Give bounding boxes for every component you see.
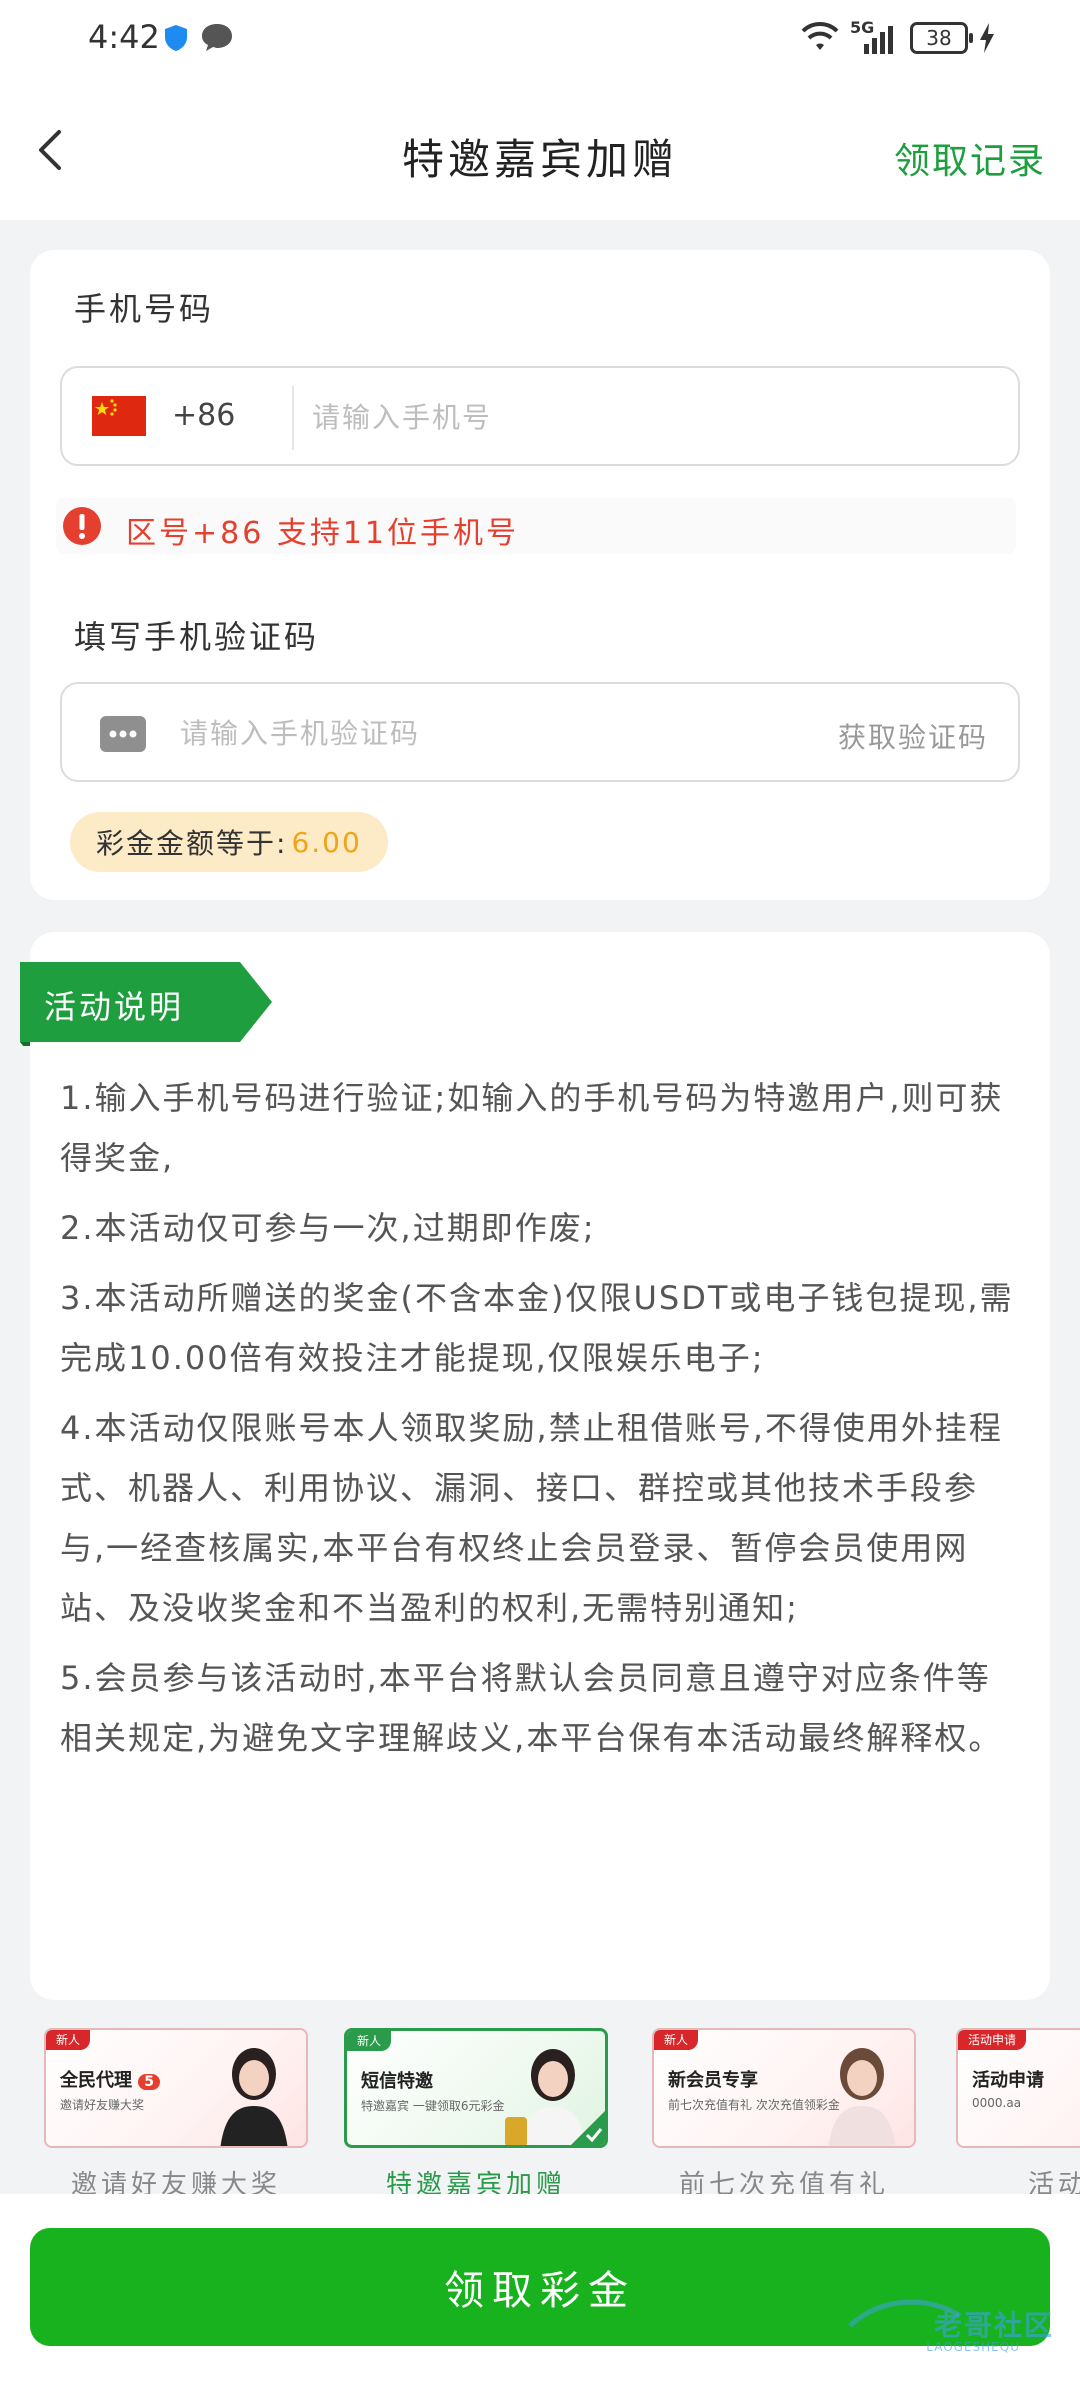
claim-records-link[interactable]: 领取记录 [894,132,1046,184]
banner-title: 短信特邀 [361,2071,433,2092]
battery-icon: 38 [910,22,973,54]
promo-banner-apply[interactable]: 活动申请 活动申请 0000.aa [956,2028,1080,2148]
code-label: 填写手机验证码 [74,618,320,656]
divider [292,386,294,450]
banner-caption: 邀请好友赚大奖 [70,2170,281,2194]
phone-field[interactable]: +86 [60,366,1020,466]
banner-caption: 特邀嘉宾加赠 [385,2170,566,2194]
bonus-amount: 6.00 [291,825,362,859]
model-figure-icon [220,2048,288,2146]
bonus-amount-badge: 彩金金额等于: 6.00 [70,812,388,872]
shield-icon [165,25,187,51]
banner-caption: 活动申请 [1027,2170,1080,2194]
description-title: 活动说明 [44,988,185,1026]
promo-banner-agent[interactable]: 新人 全民代理 5 邀请好友赚大奖 [44,2028,308,2148]
description-text: 1.输入手机号码进行验证;如输入的手机号码为特邀用户,则可获得奖金, 2.本活动… [60,1068,1020,1778]
rule-item: 4.本活动仅限账号本人领取奖励,禁止租借账号,不得使用外挂程式、机器人、利用协议… [60,1409,1003,1627]
bonus-label: 彩金金额等于: [96,827,288,860]
activity-description-card: 活动说明 1.输入手机号码进行验证;如输入的手机号码为特邀用户,则可获得奖金, … [20,932,1050,2000]
rule-item: 2.本活动仅可参与一次,过期即作废; [60,1209,596,1247]
page-header: 特邀嘉宾加赠 领取记录 [0,80,1080,220]
verification-code-input[interactable] [180,704,740,762]
banner-title: 全民代理 5 [60,2066,161,2092]
battery-level: 38 [926,26,952,50]
banner-tag: 活动申请 [958,2030,1027,2050]
phone-input[interactable] [312,388,992,446]
banner-tag: 新人 [347,2031,392,2051]
banner-caption: 前七次充值有礼 [678,2170,889,2194]
china-flag-icon [92,396,146,436]
banner-tag: 新人 [46,2030,91,2050]
rule-item: 3.本活动所赠送的奖金(不含本金)仅限USDT或电子钱包提现,需完成10.00倍… [60,1279,1014,1377]
watermark-subtext: LAOGESHEQU [926,2340,1020,2354]
verification-code-field[interactable]: 获取验证码 [60,682,1020,782]
wifi-icon [801,21,839,50]
get-code-button[interactable]: 获取验证码 [838,716,988,756]
banner-title: 活动申请 [972,2070,1044,2091]
phone-label: 手机号码 [74,290,215,328]
watermark-text: 老哥社区 [933,2309,1054,2342]
selected-check-icon [571,2111,605,2145]
banner-subtitle: 0000.aa [972,2096,1022,2110]
promotion-carousel[interactable]: 新人 全民代理 5 邀请好友赚大奖 邀请好友赚大奖 新人 短信特邀 特邀嘉宾 一… [0,2020,1080,2198]
password-dots-icon [100,716,146,752]
banner-subtitle: 特邀嘉宾 一键领取6元彩金 [361,2099,505,2113]
verification-form-card: 手机号码 +86 区号+86 支持11位手机号 填写手机验证码 [30,250,1050,900]
phone-hint: 区号+86 支持11位手机号 [56,498,1016,554]
charging-icon [980,23,994,53]
promo-banner-new-member[interactable]: 新人 新会员专享 前七次充值有礼 次次充值领彩金 [652,2028,916,2148]
signal-icon [864,26,893,54]
banner-tag: 新人 [654,2030,699,2050]
promo-banner-sms-invite[interactable]: 新人 短信特邀 特邀嘉宾 一键领取6元彩金 [344,2028,608,2148]
description-ribbon: 活动说明 [20,962,272,1046]
chat-icon [202,24,232,51]
phone-hint-text: 区号+86 支持11位手机号 [126,516,520,551]
warning-icon [63,507,101,545]
banner-title: 新会员专享 [668,2070,758,2091]
country-code[interactable]: +86 [172,398,235,433]
banner-subtitle: 邀请好友赚大奖 [60,2098,145,2112]
model-figure-icon [828,2048,896,2146]
status-time: 4:42 [88,18,160,56]
status-bar: 4:42 5G 38 [0,0,1080,80]
bottom-action-bar: 领取彩金 老哥社区 LAOGESHEQU [0,2194,1080,2400]
rule-item: 5.会员参与该活动时,本平台将默认会员同意且遵守对应条件等相关规定,为避免文字理… [60,1659,1003,1757]
rule-item: 1.输入手机号码进行验证;如输入的手机号码为特邀用户,则可获得奖金, [60,1079,1004,1177]
